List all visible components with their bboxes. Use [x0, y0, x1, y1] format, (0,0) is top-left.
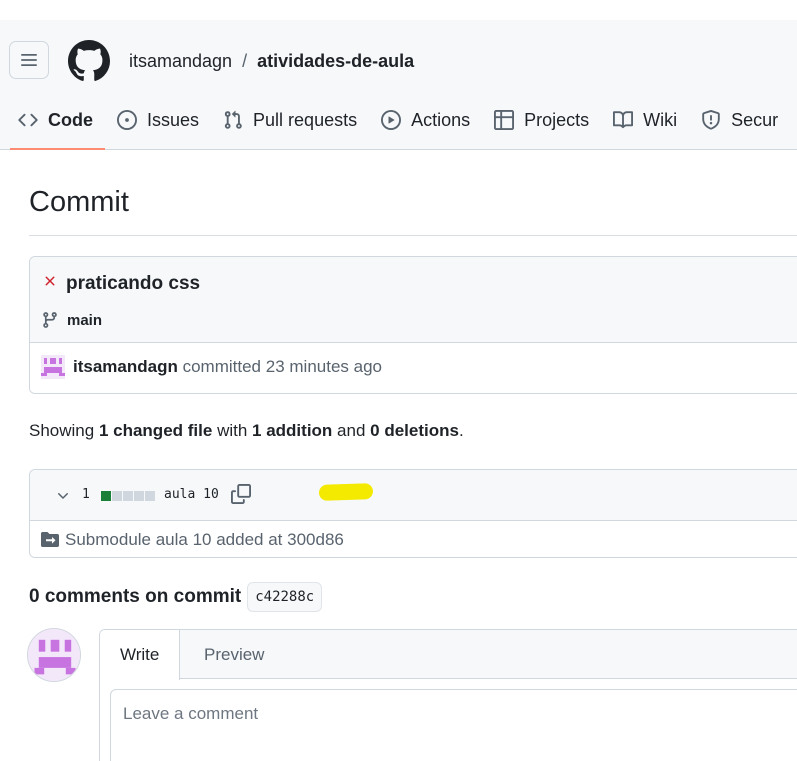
copy-icon[interactable] [231, 484, 251, 504]
github-logo-icon[interactable] [68, 40, 110, 82]
branch-name[interactable]: main [67, 312, 102, 329]
comment-input[interactable] [110, 689, 797, 761]
file-body: Submodule aula 10 added at 300d86 [30, 521, 797, 557]
commit-header: praticando css main [30, 257, 797, 343]
tab-issues-label: Issues [147, 109, 200, 130]
tab-actions-label: Actions [411, 109, 471, 130]
file-name[interactable]: aula 10 [164, 487, 219, 502]
chevron-down-icon[interactable] [55, 488, 71, 504]
tab-security[interactable]: Secur [689, 98, 790, 142]
tab-pull-requests[interactable]: Pull requests [211, 98, 369, 142]
git-pull-request-icon [224, 110, 242, 129]
file-submodule-icon [41, 532, 59, 547]
owner-link[interactable]: itsamandagn [129, 49, 232, 73]
avatar[interactable] [27, 628, 81, 682]
tab-wiki-label: Wiki [643, 109, 678, 130]
repo-link[interactable]: atividades-de-aula [257, 49, 414, 73]
editor-tabs: Write Preview [100, 630, 797, 680]
author-link[interactable]: itsamandagn [73, 357, 178, 376]
additions-count: 1 addition [252, 421, 333, 440]
tab-projects[interactable]: Projects [482, 98, 601, 142]
title-divider [29, 235, 797, 236]
diffstat-block [101, 491, 111, 501]
tab-issues[interactable]: Issues [105, 98, 211, 142]
deletions-count: 0 deletions [370, 421, 459, 440]
table-icon [494, 110, 515, 130]
commit-meta: itsamandagn committed 23 minutes ago [30, 343, 797, 393]
identicon-icon [28, 629, 80, 681]
x-icon[interactable] [42, 273, 58, 289]
tab-preview[interactable]: Preview [184, 630, 284, 679]
commit-time: 23 minutes ago [265, 357, 382, 376]
commit-author-line: itsamandagn committed 23 minutes ago [73, 357, 382, 377]
book-icon [613, 111, 634, 129]
submodule-message: Submodule aula 10 added at 300d86 [65, 530, 344, 549]
git-branch-icon [43, 312, 57, 328]
summary-suffix: . [458, 421, 464, 440]
tab-code[interactable]: Code [0, 98, 105, 150]
file-change-count: 1 [82, 487, 90, 502]
diffstat-block [145, 491, 155, 501]
issue-opened-icon [117, 110, 137, 130]
hamburger-icon [21, 54, 37, 66]
comments-header: 0 comments on commit c42288c [29, 582, 323, 612]
diff-summary: Showing 1 changed file with 1 addition a… [29, 421, 464, 441]
shield-icon [702, 110, 720, 130]
tab-wiki[interactable]: Wiki [601, 98, 689, 142]
repo-header: itsamandagn / atividades-de-aula Code Is… [0, 20, 797, 150]
menu-button[interactable] [9, 41, 49, 79]
commit-sha[interactable]: c42288c [247, 582, 323, 612]
repo-nav: Code Issues Pull requests Actions Projec… [0, 98, 790, 150]
commit-action: committed [182, 357, 262, 376]
tab-pull-requests-label: Pull requests [253, 109, 358, 130]
play-icon [381, 110, 402, 130]
tab-actions[interactable]: Actions [369, 98, 482, 142]
page-title: Commit [29, 186, 129, 218]
file-diff: 1 aula 10 Submodule aula 10 added at 300… [29, 469, 797, 558]
summary-and: and [337, 421, 366, 440]
comment-editor: Write Preview [99, 629, 797, 761]
commit-message: praticando css [66, 273, 201, 294]
tab-code-label: Code [48, 109, 93, 130]
diffstat [101, 491, 155, 501]
tab-projects-label: Projects [524, 109, 590, 130]
code-icon [18, 113, 38, 127]
file-header: 1 aula 10 [30, 470, 797, 521]
diffstat-block [123, 491, 133, 501]
highlighter-mark [318, 483, 374, 501]
diffstat-block [134, 491, 144, 501]
tab-write[interactable]: Write [100, 630, 181, 680]
breadcrumb-separator: / [242, 51, 248, 71]
changed-files-count: 1 changed file [98, 421, 213, 440]
comments-title: 0 comments on commit [29, 586, 242, 607]
summary-prefix: Showing [29, 421, 95, 440]
avatar[interactable] [41, 355, 65, 379]
tab-security-label: Secur [731, 109, 779, 130]
summary-with: with [217, 421, 248, 440]
breadcrumb: itsamandagn / atividades-de-aula [129, 49, 414, 73]
diffstat-block [112, 491, 122, 501]
browser-top-strip [0, 0, 797, 20]
commit-details: praticando css main itsamandagn committe… [29, 256, 797, 394]
